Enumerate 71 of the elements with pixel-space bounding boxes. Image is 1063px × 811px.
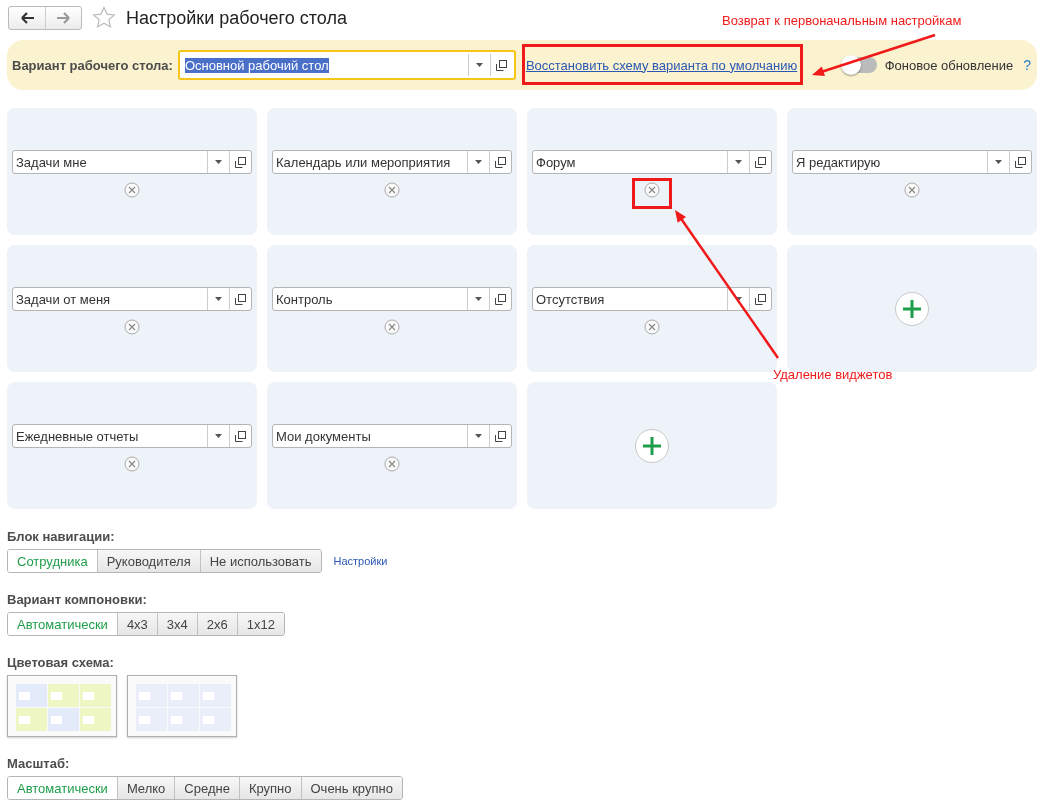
- arrow-left-icon: [19, 11, 35, 25]
- copy-icon: [495, 430, 506, 442]
- close-icon[interactable]: [644, 319, 660, 335]
- copy-icon: [755, 156, 766, 168]
- select-field[interactable]: Основной рабочий стол: [177, 50, 516, 80]
- add-button[interactable]: [635, 428, 669, 463]
- caret-icon: [735, 160, 742, 164]
- select-field[interactable]: Ежедневные отчеты: [12, 424, 252, 448]
- close-icon[interactable]: [384, 456, 400, 472]
- close-icon[interactable]: [384, 182, 400, 198]
- close-icon[interactable]: [124, 319, 140, 335]
- caret-icon: [215, 297, 222, 301]
- option-button[interactable]: Очень крупно: [300, 777, 402, 799]
- reset-link[interactable]: Восстановить схему варианта по умолчанию: [525, 57, 798, 73]
- section-label: Цветовая схема:: [7, 655, 115, 671]
- close-icon[interactable]: [644, 182, 660, 198]
- arrow-right-icon: [56, 11, 71, 25]
- select-field[interactable]: Отсутствия: [532, 287, 772, 311]
- annotation-text: Удаление виджетов: [773, 367, 893, 382]
- highlight-frame: [632, 178, 672, 209]
- select-field[interactable]: Задачи от меня: [12, 287, 252, 311]
- close-icon[interactable]: [124, 182, 140, 198]
- caret-icon: [475, 160, 482, 164]
- copy-icon: [495, 59, 507, 71]
- toggle-label: Фоновое обновление: [884, 57, 1014, 73]
- close-icon[interactable]: [384, 319, 400, 335]
- section-label: Вариант компоновки:: [7, 592, 148, 608]
- option-button[interactable]: Мелко: [116, 777, 175, 799]
- option-button[interactable]: 1x12: [236, 613, 284, 635]
- close-icon[interactable]: [124, 456, 140, 472]
- caret-icon: [215, 434, 222, 438]
- option-button[interactable]: Крупно: [238, 777, 301, 799]
- window-title: Настройки рабочего стола: [126, 7, 347, 29]
- select-field[interactable]: Задачи мне: [12, 150, 252, 174]
- caret-icon: [995, 160, 1002, 164]
- select-field[interactable]: Я редактирую: [792, 150, 1032, 174]
- color-scheme-option[interactable]: [127, 675, 237, 737]
- plus-icon: [903, 299, 921, 318]
- caret-icon: [475, 434, 482, 438]
- option-button[interactable]: 4x3: [116, 613, 157, 635]
- copy-icon: [235, 293, 246, 305]
- select-field[interactable]: Форум: [532, 150, 772, 174]
- annotation-text: Возврат к первоначальным настройкам: [722, 13, 962, 28]
- field-label: Вариант рабочего стола:: [12, 57, 173, 73]
- copy-icon: [495, 293, 506, 305]
- section-label: Масштаб:: [7, 756, 71, 772]
- color-scheme-option[interactable]: [7, 675, 117, 737]
- copy-icon: [755, 293, 766, 305]
- option-button[interactable]: 3x4: [156, 613, 197, 635]
- caret-icon: [215, 160, 222, 164]
- option-button[interactable]: Средне: [174, 777, 239, 799]
- select-field[interactable]: Мои документы: [272, 424, 512, 448]
- add-button[interactable]: [895, 291, 929, 326]
- plus-icon: [643, 436, 661, 455]
- star-icon[interactable]: [92, 6, 116, 30]
- section-label: Блок навигации:: [7, 529, 116, 545]
- copy-icon: [235, 156, 246, 168]
- select-field[interactable]: Календарь или мероприятия: [272, 150, 512, 174]
- caret-icon: [475, 297, 482, 301]
- caret-icon: [735, 297, 742, 301]
- copy-icon: [235, 430, 246, 442]
- option-button[interactable]: Руководителя: [96, 550, 200, 572]
- help-link[interactable]: ?: [1023, 57, 1031, 73]
- settings-link[interactable]: Настройки: [333, 555, 388, 567]
- caret-icon: [475, 63, 483, 67]
- close-icon[interactable]: [904, 182, 920, 198]
- copy-icon: [1015, 156, 1026, 168]
- option-button[interactable]: Не использовать: [199, 550, 321, 572]
- select-field[interactable]: Контроль: [272, 287, 512, 311]
- copy-icon: [495, 156, 506, 168]
- option-button[interactable]: 2x6: [196, 613, 237, 635]
